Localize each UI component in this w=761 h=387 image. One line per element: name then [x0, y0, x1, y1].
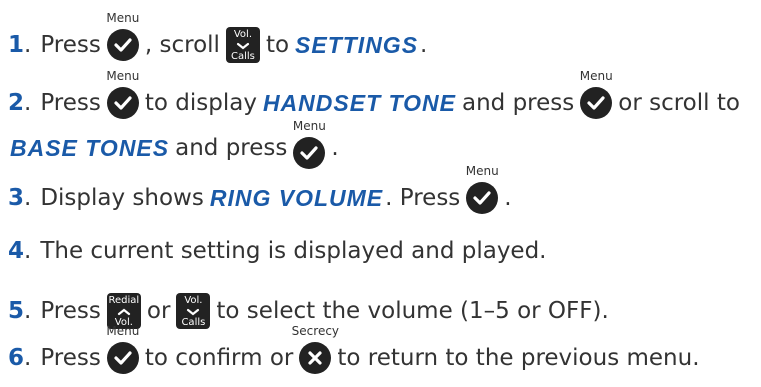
check-icon [106, 29, 139, 61]
step-number: 6 [8, 345, 25, 371]
step-text: . [420, 32, 428, 58]
step-text: . [331, 135, 339, 161]
secrecy-key-label: Secrecy [291, 324, 340, 338]
step-text: to return to the previous menu. [337, 345, 700, 371]
step-text: . [504, 185, 512, 211]
step-number: 4 [8, 238, 25, 264]
menu-key-label: Menu [106, 11, 140, 25]
secrecy-key: Secrecy [292, 325, 339, 374]
step-dot: . [24, 298, 32, 324]
vol-down-key: Vol. Calls [225, 27, 260, 63]
step-text: . Press [385, 185, 461, 211]
menu-key: Menu [580, 70, 613, 119]
step-dot: . [24, 345, 32, 371]
step-number: 3 [8, 185, 25, 211]
display-text: BASE TONES [10, 135, 170, 161]
step-text: Press [40, 345, 101, 371]
check-icon [293, 137, 326, 169]
step-text: Press [40, 90, 101, 116]
menu-key: Menu [106, 325, 139, 374]
step-text: Press [40, 298, 101, 324]
menu-key: Menu [293, 120, 326, 169]
chevron-up-icon [117, 308, 130, 315]
display-text: HANDSET TONE [262, 90, 456, 116]
check-icon [580, 87, 613, 119]
step-text: to confirm or [144, 345, 294, 371]
check-icon [106, 87, 139, 119]
step-text: to select the volume (1–5 or OFF). [216, 298, 609, 324]
check-icon [106, 342, 139, 374]
close-icon [299, 342, 332, 374]
step-text: Display shows [40, 185, 204, 211]
redial-label: Redial [108, 295, 140, 306]
step-text: or [146, 298, 171, 324]
step-text: Press [40, 32, 101, 58]
check-icon [466, 182, 499, 214]
calls-label: Calls [230, 51, 255, 62]
vol-label: Vol. [233, 29, 252, 40]
step-text: The current setting is displayed and pla… [40, 238, 547, 264]
step-number: 1 [8, 32, 25, 58]
step-2-continued: BASE TONES and press Menu . [8, 120, 339, 169]
step-number: 5 [8, 298, 25, 324]
step-text: and press [175, 135, 288, 161]
menu-key-label: Menu [579, 69, 613, 83]
display-text: RING VOLUME [209, 185, 384, 211]
step-1: 1. Press Menu , scroll Vol. Calls to SET… [8, 12, 428, 63]
display-text: SETTINGS [295, 32, 419, 58]
menu-key-label: Menu [106, 324, 140, 338]
step-text: and press [462, 90, 575, 116]
chevron-down-icon [236, 42, 250, 49]
step-3: 3. Display shows RING VOLUME. Press Menu… [8, 165, 512, 214]
menu-key: Menu [106, 70, 139, 119]
step-text: to [265, 32, 290, 58]
step-text: to display [144, 90, 257, 116]
step-text: , scroll [144, 32, 220, 58]
vol-label: Vol. [184, 295, 203, 306]
step-dot: . [24, 185, 32, 211]
calls-label: Calls [181, 317, 206, 328]
step-text: or scroll to [618, 90, 740, 116]
step-number: 2 [8, 90, 25, 116]
menu-key-label: Menu [292, 119, 326, 133]
menu-key: Menu [466, 165, 499, 214]
step-4: 4. The current setting is displayed and … [8, 237, 547, 265]
chevron-down-icon [187, 308, 200, 315]
step-dot: . [24, 32, 32, 58]
menu-key-label: Menu [106, 69, 140, 83]
step-6: 6. Press Menu to confirm or Secrecy to r… [8, 325, 700, 374]
step-dot: . [24, 238, 32, 264]
step-2: 2. Press Menu to display HANDSET TONE an… [8, 70, 740, 119]
vol-down-key: Vol. Calls [176, 293, 211, 329]
menu-key: Menu [106, 12, 139, 61]
step-dot: . [24, 90, 32, 116]
menu-key-label: Menu [465, 164, 499, 178]
